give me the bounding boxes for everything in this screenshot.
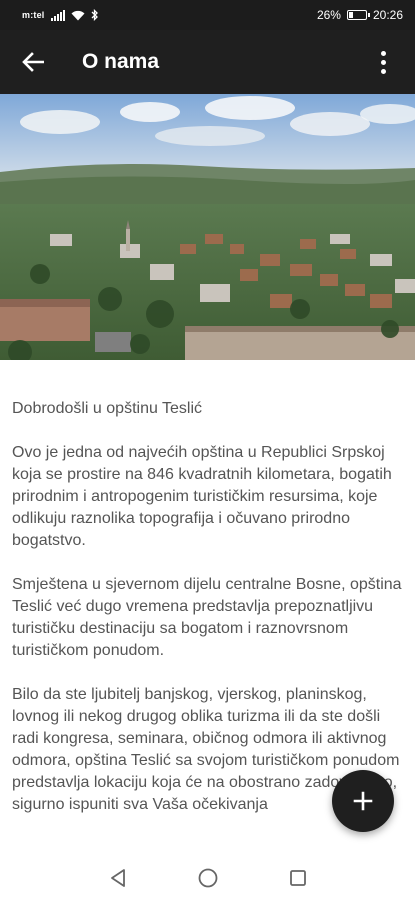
paragraph-1: Ovo je jedna od najvećih opština u Repub… — [12, 444, 392, 549]
plus-icon — [353, 791, 373, 811]
arrow-left-icon — [22, 52, 44, 72]
system-nav-bar — [0, 855, 415, 900]
battery-percent: 26% — [316, 8, 341, 22]
welcome-heading: Dobrodošli u opštinu Teslić — [12, 400, 203, 417]
triangle-back-icon — [110, 868, 125, 887]
cell-signal-icon — [50, 9, 65, 21]
square-recents-icon — [289, 869, 306, 886]
town-aerial-illustration — [0, 94, 415, 360]
bluetooth-icon — [91, 9, 98, 21]
app-bar: O nama — [0, 30, 415, 94]
back-button[interactable] — [0, 30, 66, 94]
status-left: m:tel — [22, 9, 99, 21]
nav-recents-button[interactable] — [286, 866, 310, 890]
page-title: O nama — [82, 50, 160, 73]
more-vert-icon — [380, 50, 386, 56]
battery-icon — [346, 10, 370, 20]
about-content: Dobrodošli u opštinu Teslić Ovo je jedna… — [12, 398, 407, 838]
paragraph-2: Smještena u sjevernom dijelu centralne B… — [12, 576, 402, 659]
wifi-icon — [71, 10, 85, 20]
add-button[interactable] — [332, 770, 394, 832]
more-options-button[interactable] — [369, 48, 397, 76]
carrier-label: m:tel — [22, 10, 45, 20]
circle-home-icon — [198, 868, 217, 887]
clock: 20:26 — [372, 8, 403, 22]
nav-back-button[interactable] — [106, 866, 130, 890]
hero-image — [0, 94, 415, 360]
status-bar: m:tel 26% 20:26 — [0, 0, 415, 30]
status-right: 26% 20:26 — [317, 8, 403, 22]
nav-home-button[interactable] — [196, 866, 220, 890]
